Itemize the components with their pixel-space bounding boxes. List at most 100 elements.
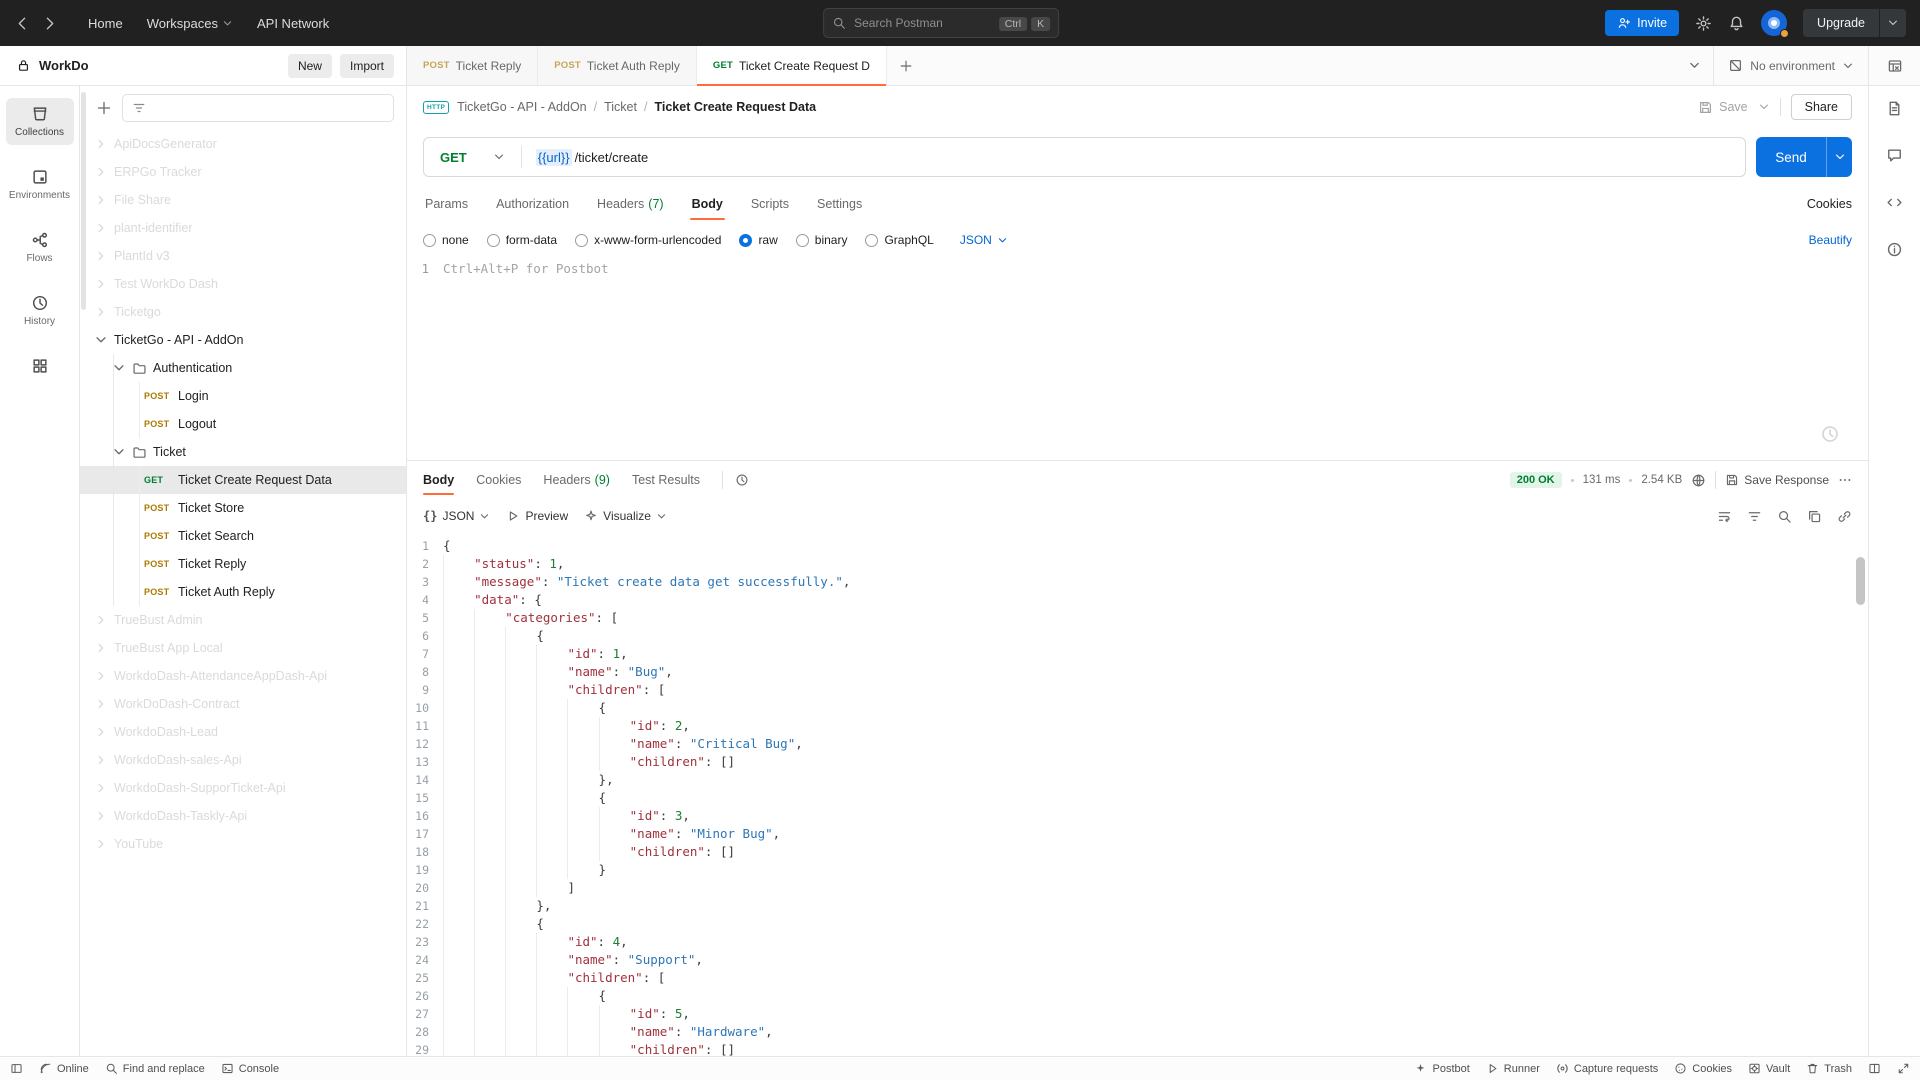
add-tab-button[interactable] xyxy=(887,46,925,85)
response-scrollbar[interactable] xyxy=(1856,557,1865,605)
chevron-right-icon[interactable] xyxy=(94,249,108,263)
body-mode-raw[interactable]: raw xyxy=(739,233,777,247)
save-button[interactable]: Save xyxy=(1698,100,1748,115)
gear-icon[interactable] xyxy=(1695,15,1712,32)
chevron-right-icon[interactable] xyxy=(94,277,108,291)
save-options-button[interactable] xyxy=(1758,101,1770,113)
import-button[interactable]: Import xyxy=(340,54,394,78)
sidebar-item[interactable]: WorkdoDash-AttendanceAppDash-Api xyxy=(80,662,406,690)
nav-item-api-network[interactable]: API Network xyxy=(247,10,339,37)
sidebar-item[interactable]: POSTTicket Reply xyxy=(80,550,406,578)
response-tab-cookies[interactable]: Cookies xyxy=(476,461,521,499)
add-collection-button[interactable] xyxy=(96,100,112,116)
request-tab-scripts[interactable]: Scripts xyxy=(749,186,791,222)
rail-item-flows[interactable]: Flows xyxy=(6,224,74,271)
body-mode-GraphQL[interactable]: GraphQL xyxy=(865,233,933,247)
new-button[interactable]: New xyxy=(288,54,332,78)
bell-icon[interactable] xyxy=(1728,15,1745,32)
filter-icon[interactable] xyxy=(1747,509,1762,524)
chevron-right-icon[interactable] xyxy=(94,137,108,151)
response-history-icon[interactable] xyxy=(735,473,749,487)
search-in-body-icon[interactable] xyxy=(1777,509,1792,524)
body-mode-none[interactable]: none xyxy=(423,233,469,247)
request-tab-headers[interactable]: Headers (7) xyxy=(595,186,666,222)
request-tab-settings[interactable]: Settings xyxy=(815,186,864,222)
sidebar-item[interactable]: Authentication xyxy=(80,354,406,382)
statusbar-find-and-replace[interactable]: Find and replace xyxy=(105,1062,205,1075)
globe-icon[interactable] xyxy=(1691,473,1706,488)
statusbar-vault[interactable]: Vault xyxy=(1748,1062,1790,1075)
sidebar-item[interactable]: WorkdoDash-Taskly-Api xyxy=(80,802,406,830)
chevron-right-icon[interactable] xyxy=(94,641,108,655)
upgrade-button[interactable]: Upgrade xyxy=(1803,9,1906,37)
statusbar-sidebar-toggle[interactable] xyxy=(10,1062,23,1075)
cookies-link[interactable]: Cookies xyxy=(1807,197,1852,211)
response-tab-test-results[interactable]: Test Results xyxy=(632,461,700,499)
preview-button[interactable]: Preview xyxy=(506,509,568,523)
sidebar-item[interactable]: WorkdoDash-SupporTicket-Api xyxy=(80,774,406,802)
send-options-button[interactable] xyxy=(1826,137,1852,177)
sidebar-item[interactable]: plant-identifier xyxy=(80,214,406,242)
chevron-down-icon[interactable] xyxy=(94,333,108,347)
statusbar-console[interactable]: Console xyxy=(221,1062,279,1075)
request-body-editor[interactable]: 1 Ctrl+Alt+P for Postbot xyxy=(407,258,1868,460)
response-body[interactable]: 1{2 "status": 1,3 "message": "Ticket cre… xyxy=(407,533,1868,1056)
sidebar-item[interactable]: TrueBust Admin xyxy=(80,606,406,634)
nav-item-home[interactable]: Home xyxy=(78,10,133,37)
statusbar-cookies[interactable]: Cookies xyxy=(1674,1062,1732,1075)
response-tab-headers[interactable]: Headers (9) xyxy=(543,461,610,499)
breadcrumb-segment[interactable]: TicketGo - API - AddOn xyxy=(457,100,586,114)
sidebar-item[interactable]: TrueBust App Local xyxy=(80,634,406,662)
rail-item-collections[interactable]: Collections xyxy=(6,98,74,145)
sidebar-item[interactable]: POSTTicket Auth Reply xyxy=(80,578,406,606)
more-actions-icon[interactable] xyxy=(1838,473,1852,487)
forward-arrow-icon[interactable] xyxy=(41,15,58,32)
body-mode-x-www-form-urlencoded[interactable]: x-www-form-urlencoded xyxy=(575,233,721,247)
invite-button[interactable]: Invite xyxy=(1605,10,1679,36)
wrap-text-icon[interactable] xyxy=(1717,509,1732,524)
request-tab-params[interactable]: Params xyxy=(423,186,470,222)
chevron-right-icon[interactable] xyxy=(94,165,108,179)
save-response-button[interactable]: Save Response xyxy=(1725,473,1829,487)
tab-overflow-button[interactable] xyxy=(1676,46,1713,85)
chevron-right-icon[interactable] xyxy=(94,305,108,319)
body-format-dropdown[interactable]: JSON xyxy=(960,233,1008,247)
request-tab-body[interactable]: Body xyxy=(690,186,725,222)
sidebar-item[interactable]: ERPGo Tracker xyxy=(80,158,406,186)
sidebar-item[interactable]: TicketGo - API - AddOn xyxy=(80,326,406,354)
beautify-link[interactable]: Beautify xyxy=(1809,233,1852,247)
environment-quick-look[interactable] xyxy=(1868,46,1920,85)
breadcrumb-segment[interactable]: Ticket xyxy=(604,100,637,114)
copy-icon[interactable] xyxy=(1807,509,1822,524)
search-input[interactable]: Search Postman CtrlK xyxy=(823,8,1059,38)
chevron-right-icon[interactable] xyxy=(94,697,108,711)
sidebar-item[interactable]: Ticketgo xyxy=(80,298,406,326)
statusbar-expand[interactable] xyxy=(1897,1062,1910,1075)
rail-item-environments[interactable]: Environments xyxy=(6,161,74,208)
statusbar-runner[interactable]: Runner xyxy=(1486,1062,1540,1075)
chevron-right-icon[interactable] xyxy=(94,837,108,851)
breadcrumb-segment[interactable]: Ticket Create Request Data xyxy=(654,100,816,114)
nav-item-workspaces[interactable]: Workspaces xyxy=(137,10,243,37)
statusbar-trash[interactable]: Trash xyxy=(1806,1062,1852,1075)
chevron-right-icon[interactable] xyxy=(94,753,108,767)
sidebar-item[interactable]: GETTicket Create Request Data xyxy=(80,466,406,494)
chevron-right-icon[interactable] xyxy=(94,613,108,627)
postbot-hint-icon[interactable] xyxy=(1820,424,1840,444)
chevron-right-icon[interactable] xyxy=(94,781,108,795)
sidebar-item[interactable]: POSTLogin xyxy=(80,382,406,410)
visualize-button[interactable]: Visualize xyxy=(584,509,667,523)
open-tab[interactable]: GET Ticket Create Request D xyxy=(697,46,887,85)
environment-selector[interactable]: No environment xyxy=(1713,46,1868,85)
workspace-name[interactable]: WorkDo xyxy=(39,58,89,73)
sidebar-item[interactable]: POSTTicket Store xyxy=(80,494,406,522)
chevron-down-icon[interactable] xyxy=(112,445,126,459)
rail-item-history[interactable]: History xyxy=(6,287,74,334)
body-mode-form-data[interactable]: form-data xyxy=(487,233,557,247)
sidebar-item[interactable]: WorkDoDash-Contract xyxy=(80,690,406,718)
sidebar-item[interactable]: ApiDocsGenerator xyxy=(80,130,406,158)
code-snippet-icon[interactable] xyxy=(1886,194,1903,211)
chevron-right-icon[interactable] xyxy=(94,809,108,823)
back-arrow-icon[interactable] xyxy=(14,15,31,32)
link-icon[interactable] xyxy=(1837,509,1852,524)
